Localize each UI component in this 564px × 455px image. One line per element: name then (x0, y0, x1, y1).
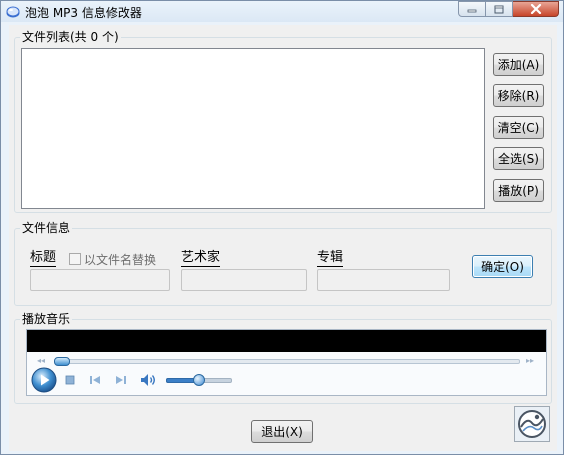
video-area (27, 330, 546, 352)
close-icon (530, 4, 541, 14)
artist-field[interactable] (181, 269, 307, 291)
maximize-icon (494, 5, 504, 13)
media-player: ◂◂ ▸▸ (26, 329, 547, 396)
file-listbox[interactable] (21, 48, 485, 209)
use-filename-label: 以文件名替换 (84, 253, 157, 267)
play-button[interactable]: 播放(P) (493, 179, 544, 202)
seek-forward-icon[interactable]: ▸▸ (526, 357, 534, 365)
stop-icon[interactable] (65, 375, 75, 385)
title-field[interactable] (30, 269, 170, 291)
app-logo-icon (518, 410, 546, 438)
play-icon[interactable] (31, 367, 57, 393)
artist-label: 艺术家 (181, 250, 221, 267)
use-filename-checkbox[interactable] (69, 253, 81, 265)
album-field[interactable] (317, 269, 450, 291)
window-controls (458, 1, 559, 18)
minimize-icon (467, 9, 477, 13)
clear-button[interactable]: 清空(C) (493, 116, 544, 139)
previous-track-icon[interactable] (89, 375, 101, 385)
minimize-button[interactable] (458, 1, 486, 17)
volume-thumb[interactable] (193, 374, 205, 386)
player-group-label: 播放音乐 (20, 312, 73, 326)
file-info-group-label: 文件信息 (20, 221, 73, 235)
client-area: 文件列表(共 0 个) 添加(A) 移除(R) 清空(C) 全选(S) 播放(P… (9, 25, 557, 451)
maximize-button[interactable] (486, 1, 513, 17)
bubble-app-icon (6, 6, 20, 18)
album-label: 专辑 (317, 250, 344, 267)
seek-thumb[interactable] (54, 357, 70, 366)
file-list-group-label: 文件列表(共 0 个) (20, 30, 121, 44)
exit-button[interactable]: 退出(X) (251, 420, 313, 443)
seek-rewind-icon[interactable]: ◂◂ (37, 357, 45, 365)
app-logo (514, 406, 550, 442)
speaker-icon[interactable] (140, 373, 158, 387)
main-window: 泡泡 MP3 信息修改器 文件列表(共 0 个) 添加(A) 移除(R) 清空(… (0, 0, 564, 455)
ok-button[interactable]: 确定(O) (472, 255, 533, 278)
title-bar[interactable]: 泡泡 MP3 信息修改器 (1, 1, 563, 22)
close-button[interactable] (513, 1, 559, 17)
select-all-button[interactable]: 全选(S) (493, 147, 544, 170)
seek-bar[interactable] (54, 359, 520, 364)
title-label: 标题 (30, 250, 57, 267)
remove-button[interactable]: 移除(R) (493, 84, 544, 107)
next-track-icon[interactable] (115, 375, 127, 385)
add-button[interactable]: 添加(A) (493, 53, 544, 76)
window-title: 泡泡 MP3 信息修改器 (25, 6, 142, 20)
